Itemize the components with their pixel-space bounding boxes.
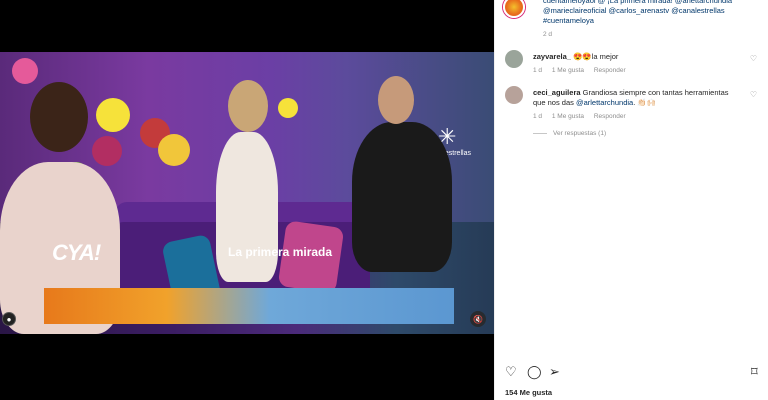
comments-panel: cuentameloyaoi @ ¡La primera mirada! @ar… xyxy=(494,0,768,400)
comment-meta: 1 d 1 Me gusta Responder xyxy=(533,112,634,122)
comment-mention[interactable]: @arlettarchundia xyxy=(576,98,633,107)
bookmark-icon[interactable]: ⌑ xyxy=(751,364,758,380)
share-icon[interactable]: ➢ xyxy=(549,364,560,380)
balloon-decoration xyxy=(278,98,298,118)
guest-center-body xyxy=(216,132,278,282)
balloon-decoration xyxy=(92,136,122,166)
reply-button[interactable]: Responder xyxy=(594,67,626,74)
tagged-user-icon[interactable]: ● xyxy=(2,312,16,326)
balloon-decoration xyxy=(12,58,38,84)
replies-divider xyxy=(533,132,547,134)
comment-text: 😍😍la mejor xyxy=(573,52,619,61)
comment-username[interactable]: zayvarela_ xyxy=(533,52,571,61)
video-player[interactable]: ✳ las estrellas xyxy=(0,52,494,334)
caption-time[interactable]: 2 d xyxy=(543,30,552,40)
balloon-decoration xyxy=(96,98,130,132)
commenter-avatar[interactable] xyxy=(505,50,523,68)
author-avatar[interactable] xyxy=(503,0,525,18)
host-left-head xyxy=(30,82,88,152)
caption-text: cuentameloyaoi @ ¡La primera mirada! @ar… xyxy=(543,0,733,25)
reply-button[interactable]: Responder xyxy=(594,113,626,120)
comment-heart-icon[interactable]: ♡ xyxy=(750,90,757,100)
comment-body: zayvarela_ 😍😍la mejor xyxy=(533,52,733,62)
comment-likes[interactable]: 1 Me gusta xyxy=(552,113,584,120)
view-replies[interactable]: Ver respuestas (1) xyxy=(533,130,606,137)
lower-third-bar xyxy=(44,288,454,324)
view-replies-label[interactable]: Ver respuestas (1) xyxy=(553,130,606,137)
heart-icon[interactable]: ♡ xyxy=(505,364,517,380)
post-media: ✳ las estrellas CYA! La primera mirada ●… xyxy=(0,0,494,400)
comment-username[interactable]: ceci_aguilera xyxy=(533,88,581,97)
comment-icon[interactable]: ◯ xyxy=(527,364,542,380)
comment-time[interactable]: 1 d xyxy=(533,113,542,120)
balloon-decoration xyxy=(158,134,190,166)
post-actions: ♡ ◯ ➢ ⌑ xyxy=(503,362,763,382)
comment-body: ceci_aguilera Grandiosa siempre con tant… xyxy=(533,88,733,108)
comment-time[interactable]: 1 d xyxy=(533,67,542,74)
comment-text-end: . 👏🏻🙌🏻 xyxy=(633,98,657,107)
cya-logo: CYA! xyxy=(52,240,101,265)
comment-meta: 1 d 1 Me gusta Responder xyxy=(533,66,634,76)
lower-third-title: La primera mirada xyxy=(228,245,333,259)
guest-right-body xyxy=(352,122,452,272)
commenter-avatar[interactable] xyxy=(505,86,523,104)
likes-count[interactable]: 154 Me gusta xyxy=(505,388,552,397)
guest-right-head xyxy=(378,76,414,124)
comment-heart-icon[interactable]: ♡ xyxy=(750,54,757,64)
guest-center-head xyxy=(228,80,268,132)
mute-icon[interactable]: 🔇 xyxy=(470,311,486,327)
comment-likes[interactable]: 1 Me gusta xyxy=(552,67,584,74)
